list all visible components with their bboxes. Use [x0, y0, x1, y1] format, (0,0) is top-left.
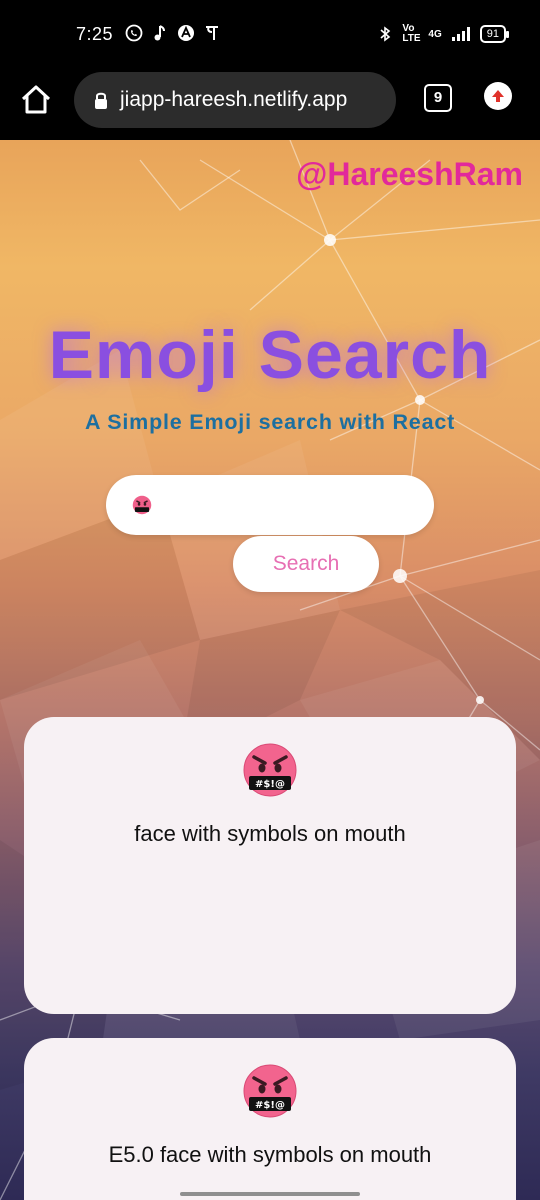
search-button[interactable]: Search: [233, 536, 379, 592]
address-bar[interactable]: jiapp-hareesh.netlify.app: [74, 72, 396, 128]
signal-icon: [451, 27, 470, 41]
bluetooth-icon: [380, 26, 391, 42]
page-title: Emoji Search: [48, 317, 492, 393]
app-icon: [178, 25, 194, 41]
result-name: E5.0 face with symbols on mouth: [108, 1142, 432, 1167]
home-icon[interactable]: [18, 82, 54, 118]
author-handle[interactable]: @HareeshRam: [296, 156, 523, 193]
face-with-symbols-on-mouth-icon: #$!@: [243, 1064, 297, 1118]
whatsapp-icon: [125, 24, 143, 42]
notification-icons: [125, 24, 219, 42]
search-input[interactable]: [106, 475, 434, 535]
volte-icon: Vo LTE: [402, 23, 421, 44]
battery-icon: 91: [479, 25, 510, 43]
music-note-icon: [154, 25, 165, 41]
page-subtitle: A Simple Emoji search with React: [84, 410, 456, 434]
status-time: 7:25: [76, 24, 114, 44]
network-type: 4G: [428, 28, 442, 40]
update-icon[interactable]: [484, 82, 512, 110]
svg-text:#$!@: #$!@: [255, 779, 285, 790]
face-with-symbols-on-mouth-icon: [132, 495, 152, 515]
lock-icon: [95, 92, 107, 109]
status-bar: 7:25 Vo LTE 4G 91: [0, 0, 540, 72]
svg-text:#$!@: #$!@: [255, 1100, 285, 1111]
phonepe-icon: [206, 26, 218, 40]
result-name: face with symbols on mouth: [134, 821, 406, 846]
browser-toolbar: jiapp-hareesh.netlify.app 9: [0, 72, 540, 140]
result-card[interactable]: #$!@ E5.0 face with symbols on mouth: [24, 1038, 516, 1200]
tabs-icon[interactable]: 9: [424, 84, 452, 112]
face-with-symbols-on-mouth-icon: #$!@: [243, 743, 297, 797]
result-card[interactable]: #$!@ face with symbols on mouth: [24, 717, 516, 1014]
gesture-home-indicator[interactable]: [180, 1192, 360, 1196]
web-page: @HareeshRam Emoji Search A Simple Emoji …: [0, 140, 540, 1200]
system-icons: Vo LTE 4G 91: [378, 23, 510, 44]
url-text: jiapp-hareesh.netlify.app: [120, 88, 348, 111]
arrow-up-icon: [492, 90, 504, 102]
